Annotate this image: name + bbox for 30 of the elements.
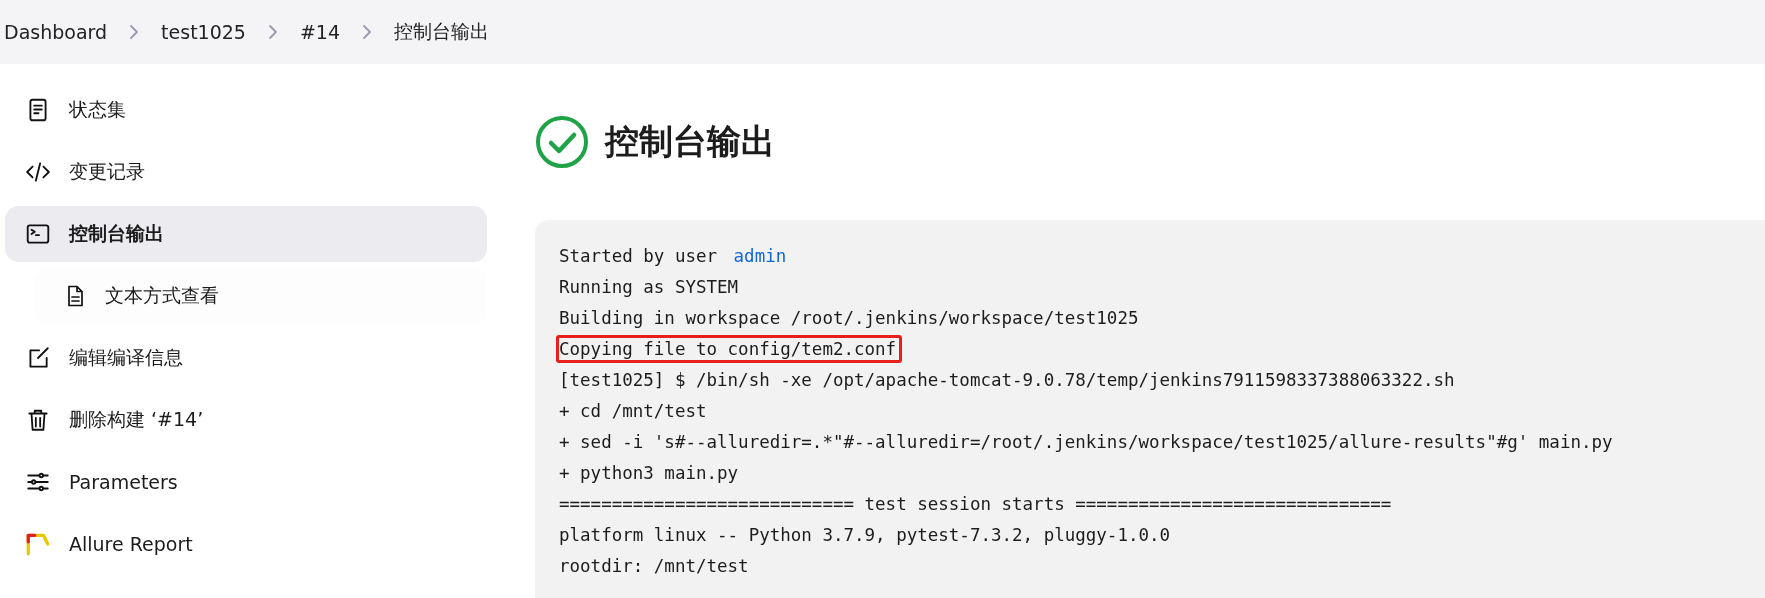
sidebar-item[interactable]: 编辑编译信息 [5, 330, 487, 386]
breadcrumb-link[interactable]: test1025 [161, 21, 246, 43]
trash-icon [25, 407, 51, 433]
sidebar-item[interactable]: 变更记录 [5, 144, 487, 200]
user-link[interactable]: admin [733, 245, 787, 266]
sidebar-item[interactable]: 控制台输出 [5, 206, 487, 262]
breadcrumb-link[interactable]: #14 [299, 21, 341, 43]
breadcrumb-link[interactable]: Dashboard [4, 21, 108, 43]
chevron-icon [129, 24, 140, 40]
console-line: platform linux -- Python 3.7.9, pytest-7.3.2, pluggy-1.0.0 [558, 523, 1172, 547]
console-line: Running as SYSTEM [558, 275, 740, 299]
chevron-icon [267, 24, 278, 40]
page-title: 控制台输出 [605, 120, 775, 163]
console-line: ============================ test session starts ============================== [558, 492, 1393, 516]
console-line: + cd /mnt/test [558, 399, 708, 423]
sidebar-item[interactable]: 删除构建 ‘#14’ [5, 392, 487, 448]
console-line: Building in workspace /root/.jenkins/workspace/test1025 [558, 306, 1140, 330]
allure-icon [25, 531, 51, 557]
terminal-icon [25, 221, 51, 247]
breadcrumb-link[interactable]: 控制台输出 [394, 19, 490, 45]
success-check-icon [535, 115, 589, 169]
sidebar-item[interactable]: Parameters [5, 454, 487, 510]
console-line: + sed -i 's#--alluredir=.*"#--alluredir=/root/.jenkins/workspace/test1025/allure-results"#g' main.py [558, 430, 1614, 454]
chevron-icon [362, 24, 373, 40]
console-line: [test1025] $ /bin/sh -xe /opt/apache-tomcat-9.0.78/temp/jenkins7911598337388063322.sh [558, 368, 1456, 392]
console-line: Started by user [558, 244, 719, 268]
sidebar-item[interactable]: Allure Report [5, 516, 487, 572]
console-line: rootdir: /mnt/test [558, 554, 750, 578]
sidebar-item[interactable]: 状态集 [5, 82, 487, 138]
console-line: + python3 main.py [558, 461, 740, 485]
